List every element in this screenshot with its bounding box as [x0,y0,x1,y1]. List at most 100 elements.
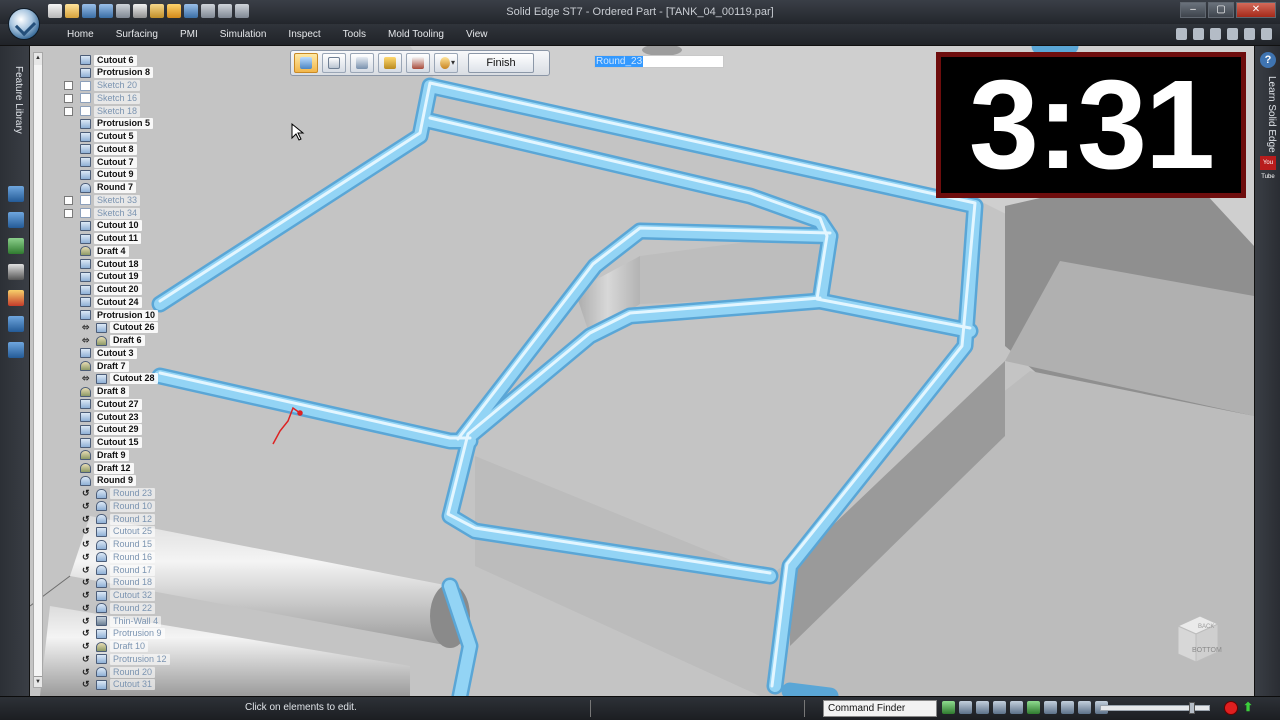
feature-tree-item[interactable]: Cutout 18 [80,258,142,270]
tab-pmi[interactable]: PMI [169,24,209,46]
feature-tree-item[interactable]: ⬄ Cutout 28 [82,373,158,385]
feature-tree-item[interactable]: ↺ Protrusion 12 [82,653,170,665]
view-cube[interactable]: BACK BOTTOM [1172,612,1222,668]
feature-tree-item[interactable]: Protrusion 5 [80,118,154,130]
feature-tree-item[interactable]: ↺ Cutout 31 [82,679,156,691]
zoom-area-icon[interactable] [959,701,972,714]
maximize-button[interactable]: ▢ [1208,2,1234,18]
rotate-icon[interactable] [1027,701,1040,714]
feature-tree-item[interactable]: Cutout 20 [80,284,142,296]
properties-button[interactable] [350,53,374,73]
display-style-icon[interactable] [1078,701,1091,714]
solid-box-button[interactable] [378,53,402,73]
feature-tree-item[interactable]: ↺ Round 17 [82,564,156,576]
list-button[interactable] [322,53,346,73]
feature-tree-item[interactable]: Cutout 8 [80,143,137,155]
feature-tree-item[interactable]: Sketch 33 [64,194,141,206]
feature-tree-item[interactable]: Protrusion 10 [80,309,159,321]
feature-tree-item[interactable]: Round 7 [80,182,136,194]
feature-tree-item[interactable]: ↺ Round 16 [82,551,156,563]
feature-name-text[interactable]: Round_23 [595,56,644,67]
feature-tree-item[interactable]: Sketch 20 [64,80,141,92]
feature-tree-item[interactable]: ↺ Round 12 [82,513,156,525]
scroll-up-icon[interactable]: ▲ [35,55,41,61]
restore-doc-icon[interactable] [1244,28,1255,40]
youtube-icon[interactable]: You Tube [1260,156,1276,180]
feature-tree-item[interactable]: ⬄ Draft 6 [82,335,145,347]
visibility-checkbox[interactable] [64,195,73,205]
upload-icon[interactable]: ⬆ [1243,700,1257,714]
feature-tree-item[interactable]: ↺ Round 15 [82,539,156,551]
feature-tree-item[interactable]: ↺ Round 18 [82,577,156,589]
tab-view[interactable]: View [455,24,499,46]
visibility-checkbox[interactable] [64,93,73,103]
feature-tree-item[interactable]: Protrusion 8 [80,67,154,79]
scrollbar-thumb[interactable] [34,65,42,677]
feature-tree-item[interactable]: Draft 12 [80,462,134,474]
list-view-icon[interactable] [1193,28,1204,40]
select-face-button[interactable] [294,53,318,73]
feature-tree-item[interactable]: Cutout 27 [80,398,142,410]
feature-tree-item[interactable]: Cutout 10 [80,220,142,232]
feature-tree-item[interactable]: Cutout 15 [80,437,142,449]
feature-tree-item[interactable]: Cutout 11 [80,233,142,245]
close-doc-icon[interactable] [1261,28,1272,40]
feature-tree-item[interactable]: Draft 7 [80,360,129,372]
feature-tree-item[interactable]: Cutout 19 [80,271,142,283]
minimize-doc-icon[interactable] [1227,28,1238,40]
feature-tree-item[interactable]: Cutout 24 [80,296,142,308]
refresh-icon[interactable] [942,701,955,714]
feature-tree-item[interactable]: Cutout 29 [80,424,142,436]
record-icon[interactable] [1224,701,1238,715]
feature-tree-item[interactable]: Round 9 [80,475,136,487]
pathfinder-scrollbar[interactable]: ▲ ▼ [33,52,43,688]
feature-tree-item[interactable]: Cutout 7 [80,156,137,168]
feature-library-tab[interactable]: Feature Library [6,66,24,146]
help-icon[interactable]: ? [1260,52,1276,68]
feature-tree-item[interactable]: ↺ Draft 10 [82,641,149,653]
feature-tree-item[interactable]: Draft 8 [80,386,129,398]
visibility-checkbox[interactable] [64,106,73,116]
feature-tree-item[interactable]: Cutout 23 [80,411,142,423]
feature-tree-item[interactable]: ↺ Cutout 32 [82,590,156,602]
feature-tree-item[interactable]: ↺ Round 20 [82,666,156,678]
layers-icon[interactable] [8,212,24,228]
feature-tree-item[interactable]: Sketch 16 [64,92,141,104]
feature-tree-item[interactable]: Cutout 9 [80,169,137,181]
solid-box-outline-button[interactable] [406,53,430,73]
sensors-icon[interactable] [8,264,24,280]
tab-home[interactable]: Home [56,24,105,46]
teamcenter-icon[interactable] [8,342,24,358]
tab-surfacing[interactable]: Surfacing [105,24,169,46]
application-button[interactable] [8,8,40,40]
visibility-checkbox[interactable] [64,81,73,90]
named-views-icon[interactable] [1044,701,1057,714]
feature-tree-item[interactable]: Cutout 6 [80,54,137,66]
appearance-icon[interactable] [8,290,24,306]
scroll-down-icon[interactable]: ▼ [35,679,41,685]
feature-tree-item[interactable]: ↺ Thin-Wall 4 [82,615,162,627]
finish-button[interactable]: Finish [468,53,534,73]
options-dropdown[interactable] [434,53,458,73]
close-button[interactable]: ✕ [1236,2,1276,18]
tab-simulation[interactable]: Simulation [209,24,278,46]
zoom-slider[interactable] [1100,702,1210,714]
fit-icon[interactable] [993,701,1006,714]
tab-inspect[interactable]: Inspect [277,24,331,46]
feature-tree-item[interactable]: ↺ Cutout 25 [82,526,156,538]
pan-icon[interactable] [1010,701,1023,714]
feature-tree-item[interactable]: Sketch 18 [64,105,141,117]
diamond-icon[interactable] [1176,28,1187,40]
view-orientation-icon[interactable] [1061,701,1074,714]
feature-tree-item[interactable]: Draft 4 [80,245,129,257]
command-finder-input[interactable]: Command Finder [823,700,937,717]
feature-name-field[interactable]: Round_23 [594,55,724,68]
feature-tree-item[interactable]: Sketch 34 [64,207,141,219]
feature-tree-item[interactable]: Cutout 3 [80,347,137,359]
feature-tree-item[interactable]: ⬄ Cutout 26 [82,322,158,334]
tab-tools[interactable]: Tools [332,24,377,46]
minimize-button[interactable]: – [1180,2,1206,18]
pathfinder-icon[interactable] [8,186,24,202]
feature-tree-item[interactable]: ↺ Round 23 [82,488,156,500]
feature-tree-item[interactable]: ↺ Round 10 [82,500,156,512]
